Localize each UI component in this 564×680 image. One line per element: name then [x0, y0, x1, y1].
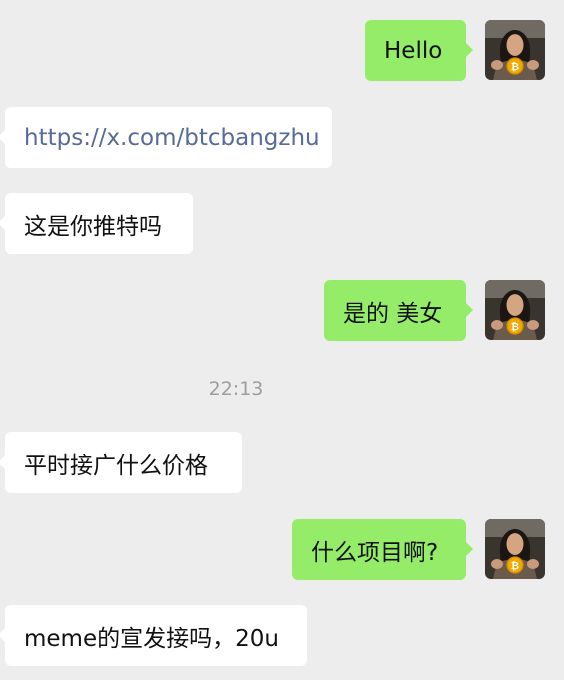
message-bubble-incoming[interactable]: 平时接广什么价格 [0, 432, 242, 493]
message-text: 什么项目啊? [311, 539, 439, 566]
message-bubble-outgoing[interactable]: 什么项目啊? [292, 519, 473, 580]
message-text: 平时接广什么价格 [24, 452, 208, 479]
message-bubble-outgoing[interactable]: Hello [365, 20, 473, 81]
message-text: meme的宣发接吗，20u [24, 625, 279, 652]
message-bubble-incoming[interactable]: meme的宣发接吗，20u [0, 605, 307, 666]
message-text: 这是你推特吗 [24, 213, 162, 240]
avatar-self[interactable] [485, 519, 545, 579]
avatar-self[interactable] [485, 20, 545, 80]
message-link[interactable]: https://x.com/btcbangzhu [24, 125, 320, 151]
message-bubble-outgoing[interactable]: 是的 美女 [324, 280, 473, 341]
message-text: 是的 美女 [343, 300, 443, 327]
bitcoin-coin-icon [485, 519, 545, 579]
message-text: Hello [384, 37, 443, 64]
bitcoin-coin-icon [485, 20, 545, 80]
message-bubble-incoming[interactable]: https://x.com/btcbangzhu [0, 107, 332, 168]
message-bubble-incoming[interactable]: 这是你推特吗 [0, 193, 193, 254]
bitcoin-coin-icon [485, 280, 545, 340]
avatar-self[interactable] [485, 280, 545, 340]
message-timestamp: 22:13 [208, 378, 264, 400]
